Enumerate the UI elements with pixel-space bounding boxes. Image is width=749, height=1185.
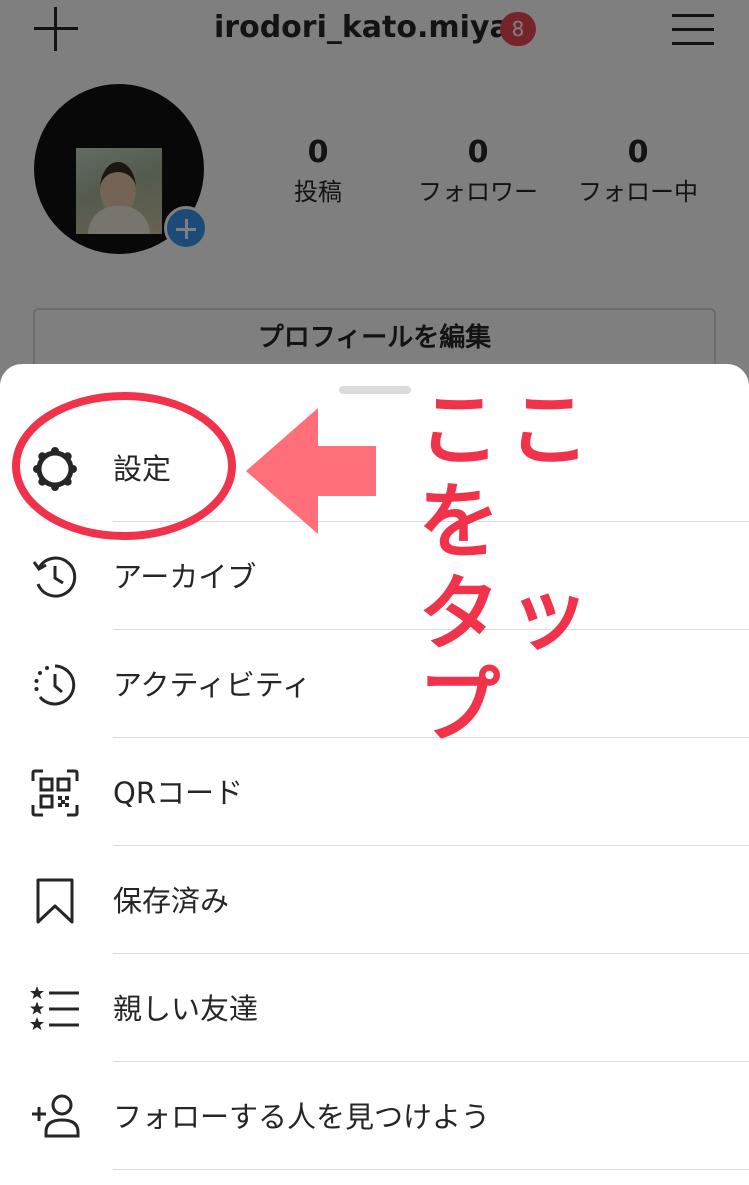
highlight-circle: [12, 392, 236, 540]
menu-item-qr-code[interactable]: QRコード: [0, 738, 749, 846]
menu-item-label: 親しい友達: [113, 992, 259, 1026]
menu-item-label: アクティビティ: [113, 668, 312, 702]
activity-clock-icon: [30, 660, 80, 710]
menu-item-close-friends[interactable]: 親しい友達: [0, 954, 749, 1062]
add-person-icon: [30, 1092, 80, 1142]
pointing-arrow-icon: [246, 408, 376, 534]
divider: [113, 1169, 749, 1170]
menu-item-label: アーカイブ: [113, 560, 257, 594]
tap-here-annotation: ここを タップ: [418, 385, 678, 753]
menu-item-discover-people[interactable]: フォローする人を見つけよう: [0, 1062, 749, 1170]
sheet-grabber[interactable]: [339, 386, 411, 394]
menu-item-saved[interactable]: 保存済み: [0, 846, 749, 954]
archive-history-icon: [30, 552, 80, 602]
bookmark-icon: [30, 876, 80, 926]
menu-item-label: QRコード: [113, 776, 243, 810]
close-friends-list-icon: [30, 984, 80, 1034]
annotation-line-1: ここを: [418, 383, 599, 570]
menu-item-label: 保存済み: [113, 884, 230, 918]
annotation-line-2: タップ: [418, 567, 599, 754]
qr-code-icon: [30, 768, 80, 818]
menu-item-label: フォローする人を見つけよう: [113, 1100, 491, 1134]
